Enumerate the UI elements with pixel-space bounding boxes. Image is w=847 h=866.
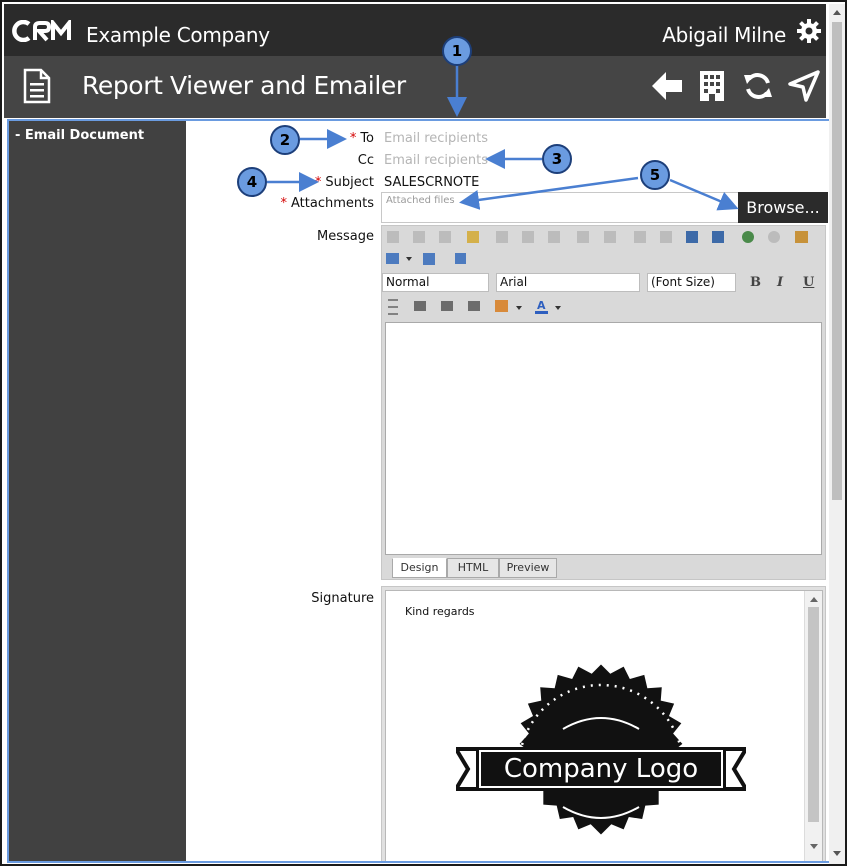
callout-2: 2 (270, 125, 300, 155)
callout-4: 4 (237, 167, 267, 197)
app-window: Example Company Abigail Milne Report Vie… (0, 0, 847, 866)
annotation-arrows (267, 64, 739, 211)
callout-5: 5 (640, 160, 670, 190)
callout-1: 1 (442, 36, 472, 66)
callout-3: 3 (542, 144, 572, 174)
